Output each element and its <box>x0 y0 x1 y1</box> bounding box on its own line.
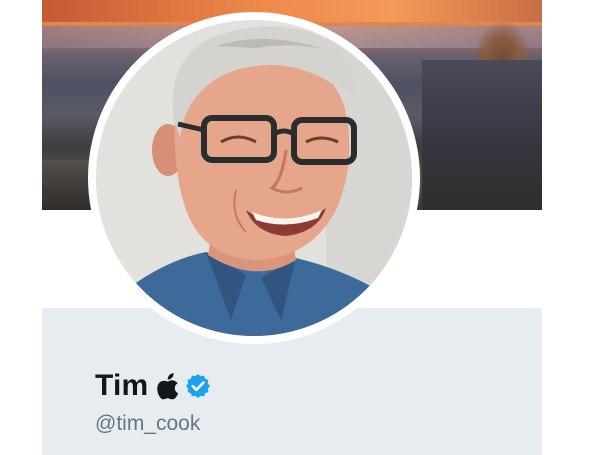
display-name[interactable]: Tim <box>95 369 148 403</box>
avatar-portrait <box>96 20 412 336</box>
verified-badge-icon <box>185 373 211 399</box>
avatar[interactable] <box>96 20 412 336</box>
profile-page: Tim @tim_cook <box>0 0 603 455</box>
banner-wall <box>422 60 542 210</box>
apple-logo-icon <box>157 372 181 400</box>
username-handle[interactable]: @tim_cook <box>95 412 200 436</box>
profile-name-row: Tim <box>95 366 211 406</box>
